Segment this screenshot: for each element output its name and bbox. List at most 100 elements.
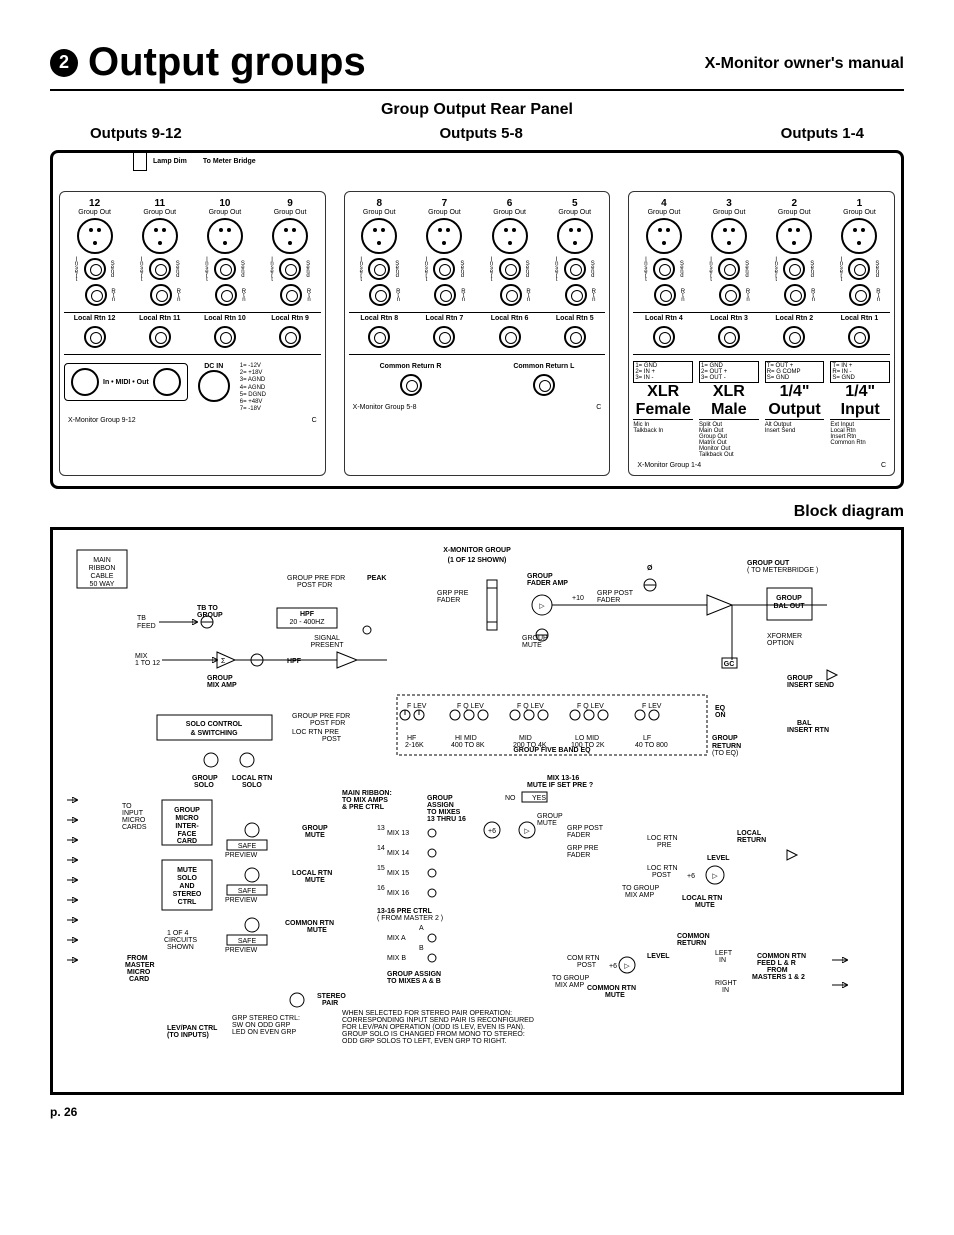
group-out-12: 12Group Out InsertSend Rtn: [64, 198, 125, 308]
footer-9-12: X-Monitor Group 9-12: [68, 417, 136, 424]
svg-text:GROUP: GROUP: [427, 795, 453, 802]
svg-text:ON: ON: [715, 712, 726, 719]
svg-text:TO GROUP: TO GROUP: [622, 885, 660, 892]
svg-text:F Q LEV: F Q LEV: [457, 703, 484, 710]
svg-text:FADER: FADER: [567, 832, 590, 839]
svg-text:POST: POST: [652, 872, 672, 879]
svg-text:INPUT: INPUT: [122, 810, 144, 817]
svg-text:MIX AMP: MIX AMP: [625, 892, 655, 899]
svg-text:CARD: CARD: [177, 838, 197, 845]
svg-text:POST FDR: POST FDR: [297, 582, 332, 589]
svg-text:X-MONITOR GROUP: X-MONITOR GROUP: [443, 547, 511, 554]
svg-text:16: 16: [377, 885, 385, 892]
svg-text:50 WAY: 50 WAY: [90, 581, 115, 588]
rear-panel-diagram: Lamp Dim To Meter Bridge 12Group Out Ins…: [50, 150, 904, 489]
svg-text:F LEV: F LEV: [642, 703, 662, 710]
footer-c-3: C: [881, 462, 886, 469]
svg-text:GROUP: GROUP: [787, 675, 813, 682]
local-rtn-7: Local Rtn 7: [426, 315, 464, 322]
svg-text:FEED L & R: FEED L & R: [757, 960, 796, 967]
svg-text:MUTE: MUTE: [305, 832, 325, 839]
svg-text:HF: HF: [407, 735, 416, 742]
svg-text:1 OF 4: 1 OF 4: [167, 930, 189, 937]
svg-text:MUTE: MUTE: [307, 927, 327, 934]
svg-text:LEFT: LEFT: [715, 950, 733, 957]
rear-panel-title: Group Output Rear Panel: [50, 101, 904, 119]
footer-1-4: X-Monitor Group 1-4: [637, 462, 701, 469]
svg-text:ODD GRP SOLOS TO LEFT, EVEN GR: ODD GRP SOLOS TO LEFT, EVEN GRP TO RIGHT…: [342, 1038, 507, 1045]
svg-text:COM RTN: COM RTN: [567, 955, 600, 962]
svg-text:400 TO 8K: 400 TO 8K: [451, 742, 485, 749]
svg-text:+6: +6: [488, 828, 496, 835]
svg-text:SIGNAL: SIGNAL: [314, 635, 340, 642]
svg-text:CARD: CARD: [129, 976, 149, 983]
svg-text:FROM: FROM: [127, 955, 148, 962]
group-out-4: 4Group Out InsertSend Rtn: [633, 198, 694, 308]
group-out-1: 1Group Out InsertSend Rtn: [829, 198, 890, 308]
svg-text:MAIN RIBBON:: MAIN RIBBON:: [342, 790, 392, 797]
svg-text:PEAK: PEAK: [367, 575, 386, 582]
svg-text:( FROM MASTER 2 ): ( FROM MASTER 2 ): [377, 915, 443, 922]
svg-text:EQ: EQ: [715, 705, 726, 712]
svg-text:FOR LEV/PAN OPERATION (ODD IS: FOR LEV/PAN OPERATION (ODD IS LEV, EVEN …: [342, 1024, 525, 1031]
svg-text:MAIN: MAIN: [93, 557, 111, 564]
local-rtn-10: Local Rtn 10: [204, 315, 246, 322]
svg-text:MUTE: MUTE: [695, 902, 715, 909]
panel-section-1-4: 4Group Out InsertSend Rtn 3Group Out Ins…: [628, 191, 895, 476]
svg-text:TB: TB: [137, 615, 146, 622]
svg-text:GROUP: GROUP: [174, 807, 200, 814]
svg-text:HPF: HPF: [287, 658, 302, 665]
svg-text:POST: POST: [322, 736, 342, 743]
svg-text:(1 OF 12 SHOWN): (1 OF 12 SHOWN): [448, 557, 507, 564]
svg-text:MICRO: MICRO: [127, 969, 151, 976]
svg-text:COMMON RTN: COMMON RTN: [285, 920, 334, 927]
svg-text:COMMON RTN: COMMON RTN: [587, 985, 636, 992]
svg-text:RIGHT: RIGHT: [715, 980, 738, 987]
svg-text:MIX 13: MIX 13: [387, 830, 409, 837]
svg-text:FADER: FADER: [567, 852, 590, 859]
svg-text:14: 14: [377, 845, 385, 852]
svg-text:13: 13: [377, 825, 385, 832]
svg-text:COMMON RTN: COMMON RTN: [757, 953, 806, 960]
block-diagram-svg: text{font-family:Arial;font-size:7px;} .…: [63, 540, 891, 1080]
svg-text:FADER AMP: FADER AMP: [527, 580, 568, 587]
svg-text:B: B: [419, 945, 424, 952]
svg-text:(TO EQ): (TO EQ): [712, 750, 738, 757]
svg-text:ASSIGN: ASSIGN: [427, 802, 454, 809]
panel-section-9-12: 12Group Out InsertSend Rtn 11Group Out I…: [59, 191, 326, 476]
svg-text:& SWITCHING: & SWITCHING: [190, 730, 238, 737]
group-out-3: 3Group Out InsertSend Rtn: [699, 198, 760, 308]
svg-text:MUTE: MUTE: [522, 642, 542, 649]
dc-pin-legend: 1= -12V 2= +18V 3= AGND 4= AGND 5= DGND …: [240, 363, 266, 413]
svg-text:2-16K: 2-16K: [405, 742, 424, 749]
local-rtn-1: Local Rtn 1: [841, 315, 879, 322]
svg-text:PREVIEW: PREVIEW: [225, 947, 258, 954]
svg-text:LOCAL RTN: LOCAL RTN: [292, 870, 332, 877]
svg-text:MIX B: MIX B: [387, 955, 406, 962]
svg-text:SW ON ODD GRP: SW ON ODD GRP: [232, 1022, 291, 1029]
svg-text:SOLO CONTROL: SOLO CONTROL: [186, 721, 243, 728]
svg-text:+6: +6: [609, 963, 617, 970]
svg-text:A: A: [419, 925, 424, 932]
svg-text:LED ON EVEN GRP: LED ON EVEN GRP: [232, 1029, 297, 1036]
svg-text:+6: +6: [687, 873, 695, 880]
svg-text:RIBBON: RIBBON: [89, 565, 116, 572]
svg-text:1 TO 12: 1 TO 12: [135, 660, 160, 667]
footer-5-8: X-Monitor Group 5-8: [353, 404, 417, 411]
svg-text:▷: ▷: [524, 828, 530, 835]
svg-text:100 TO 2K: 100 TO 2K: [571, 742, 605, 749]
svg-text:INTER-: INTER-: [175, 823, 199, 830]
svg-text:MUTE: MUTE: [177, 867, 197, 874]
svg-text:SAFE: SAFE: [238, 888, 257, 895]
svg-text:CABLE: CABLE: [91, 573, 114, 580]
svg-text:MIX: MIX: [135, 653, 148, 660]
svg-text:LOCAL: LOCAL: [737, 830, 762, 837]
svg-text:MUTE IF SET PRE ?: MUTE IF SET PRE ?: [527, 782, 593, 789]
svg-text:MUTE: MUTE: [537, 820, 557, 827]
svg-text:POST FDR: POST FDR: [310, 720, 345, 727]
local-rtn-11: Local Rtn 11: [139, 315, 180, 322]
svg-text:POST: POST: [577, 962, 597, 969]
wiring-legend: 1= GND 2= IN + 3= IN -XLR FemaleMic In T…: [633, 361, 890, 458]
svg-text:MIX 16: MIX 16: [387, 890, 409, 897]
svg-text:STEREO: STEREO: [173, 891, 202, 898]
